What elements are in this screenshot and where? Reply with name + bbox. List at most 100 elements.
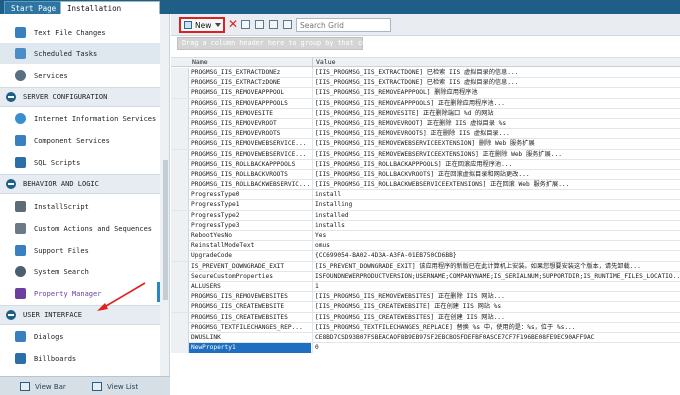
row-selector[interactable]: [171, 251, 189, 262]
sidebar-item-scheduled-tasks[interactable]: Scheduled Tasks: [0, 43, 160, 64]
cell-value[interactable]: 1: [312, 281, 680, 292]
cell-value[interactable]: 0: [312, 343, 680, 354]
group-behavior-and-logic[interactable]: BEHAVIOR AND LOGIC: [0, 174, 160, 194]
row-selector[interactable]: [171, 292, 189, 303]
chevron-down-icon[interactable]: [215, 23, 222, 27]
row-selector[interactable]: [171, 271, 189, 282]
row-selector[interactable]: [171, 343, 189, 354]
group-server-configuration[interactable]: SERVER CONFIGURATION: [0, 87, 160, 107]
row-selector[interactable]: [171, 129, 189, 140]
paste-icon[interactable]: [269, 20, 278, 29]
table-row[interactable]: PROGMSG_IIS_ROLLBACKWEBSERVIC... [IIS_PRO…: [171, 180, 680, 191]
cell-name[interactable]: NewProperty1: [189, 343, 311, 354]
row-selector[interactable]: [171, 159, 189, 170]
table-row[interactable]: RebootYesNo Yes: [171, 231, 680, 242]
table-row[interactable]: IS_PREVENT_DOWNGRADE_EXIT [IS_PREVENT_DOW…: [171, 261, 680, 272]
table-row[interactable]: ProgressType2 installed: [171, 210, 680, 221]
table-row[interactable]: ReinstallModeText omus: [171, 241, 680, 252]
sidebar-item-custom-actions[interactable]: Custom Actions and Sequences: [0, 218, 160, 239]
cell-value[interactable]: [IIS_PROGMSG_IIS_ROLLBACKWEBSERVICEEXTEN…: [312, 180, 680, 191]
cell-name[interactable]: PROGMSG_IIS_REMOVEVROOTS: [189, 129, 311, 139]
sidebar-scrollbar-thumb[interactable]: [163, 160, 168, 300]
cell-name[interactable]: PROGMSG_IIS_REMOVEWEBSERVICE...: [189, 139, 311, 149]
cell-name[interactable]: ProgressType1: [189, 200, 311, 210]
cell-value[interactable]: [IIS_PROGMSG_IIS_EXTRACTDONE] 已检索 IIS 虚拟…: [312, 68, 680, 78]
cell-value[interactable]: [IIS_PROGMSG_IIS_REMOVEWEBSITES] 正在删除 II…: [312, 292, 680, 303]
cell-value[interactable]: [IIS_PROGMSG_IIS_ROLLBACKAPPPOOLS] 正在回滚应…: [312, 159, 680, 170]
row-selector[interactable]: [171, 302, 189, 313]
cell-value[interactable]: [IIS_PROGMSG_IIS_REMOVEWEBSERVICEEXTENSI…: [312, 149, 680, 160]
table-row[interactable]: NewProperty1 0: [171, 343, 680, 354]
table-row[interactable]: PROGMSG_IIS_REMOVESITE [IIS_PROGMSG_IIS_R…: [171, 108, 680, 119]
row-selector[interactable]: [171, 68, 189, 78]
table-row[interactable]: PROGMSG_IIS_CREATEWEBSITES [IIS_PROGMSG_I…: [171, 312, 680, 323]
row-selector[interactable]: [171, 261, 189, 272]
tab-start-page[interactable]: Start Page: [4, 1, 64, 14]
table-row[interactable]: SecureCustomProperties ISFOUNDNEWERPRODUC…: [171, 271, 680, 282]
row-selector[interactable]: [171, 118, 189, 129]
cell-name[interactable]: DWUSLINK: [189, 333, 311, 343]
cell-value[interactable]: ISFOUNDNEWERPRODUCTVERSION;USERNAME;COMP…: [312, 271, 680, 282]
copy-icon[interactable]: [255, 20, 264, 29]
row-selector[interactable]: [171, 180, 189, 191]
table-row[interactable]: PROGMSG_IIS_REMOVEWEBSERVICE... [IIS_PROG…: [171, 149, 680, 160]
view-bar-button[interactable]: View Bar: [20, 379, 66, 394]
sidebar-item-billboards[interactable]: Billboards: [0, 348, 160, 369]
cell-name[interactable]: ReinstallModeText: [189, 241, 311, 251]
group-user-interface[interactable]: USER INTERFACE: [0, 305, 160, 325]
cell-name[interactable]: SecureCustomProperties: [189, 272, 311, 282]
row-selector[interactable]: [171, 139, 189, 150]
cell-name[interactable]: PROGMSG_IIS_ROLLBACKWEBSERVIC...: [189, 180, 311, 190]
cell-value[interactable]: Installing: [312, 200, 680, 211]
properties-icon[interactable]: [283, 20, 292, 29]
table-row[interactable]: PROGMSG_IIS_CREATEWEBSITE [IIS_PROGMSG_II…: [171, 302, 680, 313]
view-list-button[interactable]: View List: [92, 379, 138, 394]
cell-value[interactable]: install: [312, 190, 680, 201]
search-grid-input[interactable]: [296, 18, 391, 32]
sidebar-item-component-services[interactable]: Component Services: [0, 130, 160, 151]
column-header-name[interactable]: Name: [189, 58, 311, 68]
delete-icon[interactable]: [241, 20, 250, 29]
cell-value[interactable]: installed: [312, 210, 680, 221]
table-row[interactable]: ProgressType1 Installing: [171, 200, 680, 211]
table-row[interactable]: ALLUSERS 1: [171, 281, 680, 293]
sidebar-item-installscript[interactable]: InstallScript: [0, 196, 160, 217]
cell-name[interactable]: PROGMSG_IIS_CREATEWEBSITE: [189, 302, 311, 312]
sidebar-item-system-search[interactable]: System Search: [0, 261, 160, 282]
row-selector[interactable]: [171, 281, 189, 292]
table-row[interactable]: PROGMSG_IIS_REMOVEAPPPOOLS [IIS_PROGMSG_I…: [171, 98, 680, 109]
row-selector[interactable]: [171, 169, 189, 180]
cell-name[interactable]: PROGMSG_IIS_REMOVEWEBSITES: [189, 292, 311, 302]
cell-name[interactable]: PROGMSG_IIS_REMOVEWEBSERVICE...: [189, 150, 311, 160]
cell-name[interactable]: PROGMSG_IIS_ROLLBACKAPPPOOLS: [189, 160, 311, 170]
row-selector[interactable]: [171, 108, 189, 119]
cell-value[interactable]: omus: [312, 241, 680, 252]
sidebar-item-support-files[interactable]: Support Files: [0, 240, 160, 261]
cell-name[interactable]: PROGMSG_IIS_REMOVEAPPPOOLS: [189, 99, 311, 109]
cell-name[interactable]: PROGMSG_TEXTFILECHANGES_REP...: [189, 323, 311, 333]
table-row[interactable]: PROGMSG_IIS_REMOVEVROOT [IIS_PROGMSG_IIS_…: [171, 118, 680, 130]
cell-name[interactable]: PROGMSG_IIS_EXTRACTDONEz: [189, 68, 311, 78]
new-property-button[interactable]: New: [179, 17, 225, 33]
row-selector[interactable]: [171, 98, 189, 109]
sidebar-item-internet-information-services[interactable]: Internet Information Services: [0, 108, 160, 129]
cell-name[interactable]: PROGMSG_IIS_EXTRACTzDONE: [189, 78, 311, 88]
sidebar-item-property-manager[interactable]: Property Manager: [0, 283, 160, 304]
row-selector[interactable]: [171, 78, 189, 89]
cell-value[interactable]: [IIS_PROGMSG_IIS_REMOVEVROOT] 正在删除 IIS 虚…: [312, 118, 680, 129]
cell-value[interactable]: {CC699054-BA02-4D3A-A3FA-01EB750CD6BB}: [312, 251, 680, 262]
tab-installation-designer[interactable]: Installation Designer: [60, 1, 160, 26]
column-header-value[interactable]: Value: [312, 58, 680, 68]
cell-value[interactable]: [IIS_PROGMSG_IIS_REMOVESITE] 正在删除端口 %d 的…: [312, 108, 680, 119]
cell-value[interactable]: [IIS_PROGMSG_IIS_CREATEWEBSITES] 正在创建 II…: [312, 312, 680, 323]
sidebar-item-dialogs[interactable]: Dialogs: [0, 326, 160, 347]
row-selector[interactable]: [171, 210, 189, 221]
table-row[interactable]: DWUSLINK CE8BD7CSD93B07FSBEACAOF8B9EB97SF…: [171, 332, 680, 344]
row-selector[interactable]: [171, 241, 189, 252]
cell-value[interactable]: [IIS_PROGMSG_IIS_ROLLBACKVROOTS] 正在回滚虚拟目…: [312, 169, 680, 180]
row-selector[interactable]: [171, 149, 189, 160]
cell-name[interactable]: ProgressType0: [189, 190, 311, 200]
table-row[interactable]: PROGMSG_IIS_EXTRACTzDONE [IIS_PROGMSG_IIS…: [171, 78, 680, 89]
row-selector[interactable]: [171, 220, 189, 231]
table-row[interactable]: PROGMSG_IIS_ROLLBACKVROOTS [IIS_PROGMSG_I…: [171, 169, 680, 181]
